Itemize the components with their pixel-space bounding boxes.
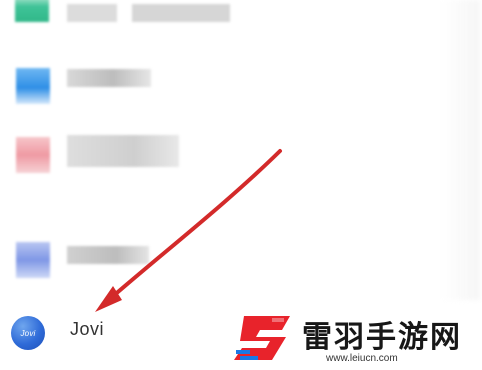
watermark-name: 雷羽手游网 — [302, 320, 462, 355]
watermark: 雷羽手游网 www.leiucn.com — [232, 310, 476, 368]
app-list: Jovi Jovi 雷羽手游网 www.leiucn.com — [0, 0, 482, 370]
watermark-logo — [234, 316, 290, 360]
watermark-url: www.leiucn.com — [326, 353, 398, 364]
